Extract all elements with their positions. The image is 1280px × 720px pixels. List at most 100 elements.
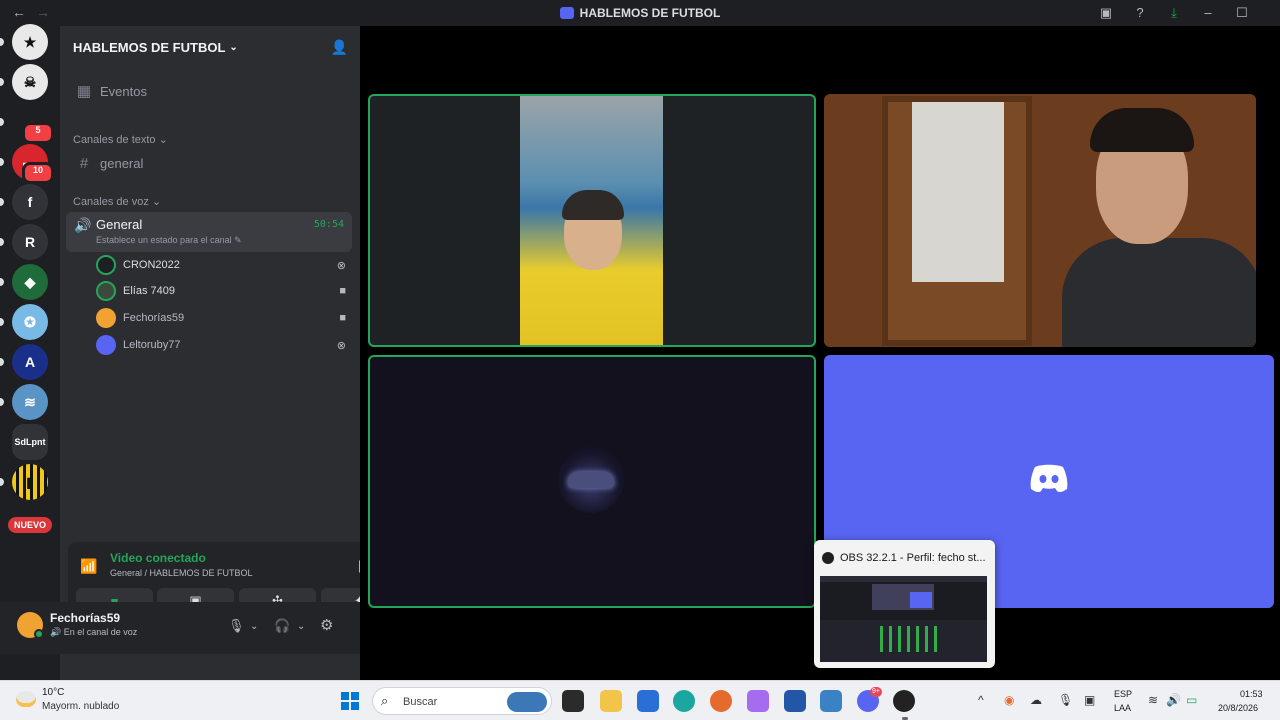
discord-window: ← → HABLEMOS DE FUTBOL ▣ ? ⤓ – ☐ ★ ☠ ☁5 … — [0, 0, 1280, 680]
category-voice[interactable]: Canales de voz ⌄ — [73, 195, 161, 208]
window-title: HABLEMOS DE FUTBOL — [0, 6, 1280, 20]
obs-icon — [822, 552, 834, 564]
file-explorer-icon[interactable] — [600, 690, 622, 712]
mention-badge: 10 — [22, 162, 54, 184]
server-item[interactable]: ▬10 — [12, 144, 54, 184]
download-icon[interactable]: ⤓ — [1166, 5, 1182, 21]
server-item[interactable]: ▮ — [12, 464, 48, 500]
channel-sidebar: HABLEMOS DE FUTBOL ⌄ 👤 ▦ Eventos Canales… — [60, 26, 412, 680]
video-tile[interactable] — [824, 94, 1256, 347]
app-tray-icon[interactable]: ◉ — [1004, 693, 1014, 707]
voice-timer: 50:54 — [313, 219, 344, 230]
app-icon[interactable] — [784, 690, 806, 712]
help-icon[interactable]: ? — [1132, 5, 1148, 21]
avatar — [96, 335, 116, 355]
video-tile[interactable] — [368, 355, 816, 608]
car-icon — [568, 472, 614, 488]
chevron-down-icon[interactable]: ⌄ — [297, 621, 305, 632]
notification-badge: 9+ — [870, 687, 882, 697]
copilot-icon[interactable] — [747, 690, 769, 712]
wifi-icon[interactable]: ≋ — [1148, 693, 1158, 707]
events-item[interactable]: ▦ Eventos — [68, 76, 352, 106]
category-text[interactable]: Canales de texto ⌄ — [73, 133, 168, 146]
language-indicator[interactable]: ESP — [1114, 689, 1132, 699]
weather-temp[interactable]: 10°C — [42, 687, 64, 698]
voice-member[interactable]: Elías 7409 ■ — [96, 279, 348, 303]
voice-member[interactable]: CRON2022 ⊗ — [96, 253, 348, 277]
taskbar: 10°C Mayorm. nublado ⌕ Buscar 9+ ^ ◉ ☁ 🎙… — [0, 680, 1280, 720]
battery-icon[interactable]: ▭ — [1186, 693, 1197, 707]
server-header[interactable]: HABLEMOS DE FUTBOL ⌄ — [60, 26, 360, 68]
inbox-icon[interactable]: ▣ — [1098, 5, 1114, 21]
server-item[interactable]: SdLpnt — [12, 424, 48, 460]
microphone-icon[interactable]: 🎙 — [228, 618, 245, 634]
channel-status-input[interactable]: Establece un estado para el canal ✎ — [96, 235, 242, 246]
weather-desc[interactable]: Mayorm. nublado — [42, 701, 119, 712]
discord-logo-icon — [1030, 464, 1068, 493]
obs-preview-popup[interactable]: OBS 32.2.1 - Perfil: fecho st... — [814, 540, 995, 668]
search-icon: ⌕ — [381, 693, 389, 708]
unread-pill — [0, 198, 4, 206]
server-item[interactable]: A — [12, 344, 48, 380]
store-icon[interactable] — [637, 690, 659, 712]
server-rail: ★ ☠ ☁5 ▬10 f R ◆ ✪ A ≋ SdLpnt ▮ NUEVO — [0, 24, 60, 680]
calendar-icon: ▦ — [76, 83, 92, 100]
unread-pill — [0, 478, 4, 486]
user-status: 🔊 En el canal de voz — [50, 627, 138, 637]
chevron-up-icon[interactable]: ^ — [978, 693, 984, 707]
server-item[interactable]: ☁5 — [12, 104, 54, 144]
server-item[interactable]: ◆ — [12, 264, 48, 300]
obs-icon[interactable] — [893, 690, 915, 712]
server-item[interactable]: R — [12, 224, 48, 260]
popup-title: OBS 32.2.1 - Perfil: fecho st... — [840, 552, 986, 564]
clock-date[interactable]: 20/8/2026 — [1218, 703, 1258, 713]
unread-pill — [0, 158, 4, 166]
volume-icon[interactable]: 🔊 — [1166, 693, 1181, 707]
voice-channel-name: General — [96, 217, 143, 232]
cloud-icon[interactable]: ☁ — [1030, 693, 1042, 707]
language-variant[interactable]: LAA — [1114, 703, 1131, 713]
channel-general-text[interactable]: # general — [68, 148, 352, 178]
server-item[interactable]: f — [12, 184, 48, 220]
video-tile[interactable] — [368, 94, 816, 347]
server-item[interactable]: ★ — [12, 24, 48, 60]
online-status-dot — [34, 629, 44, 639]
windows-start-icon[interactable] — [341, 692, 359, 710]
headphones-icon[interactable]: 🎧 — [274, 618, 290, 634]
unread-pill — [0, 358, 4, 366]
xbox-icon: ⊗ — [336, 259, 346, 272]
edge-icon[interactable] — [673, 690, 695, 712]
search-input[interactable]: ⌕ Buscar — [372, 687, 552, 715]
app-icon[interactable] — [820, 690, 842, 712]
chevron-down-icon[interactable]: ⌄ — [250, 621, 258, 632]
avatar — [96, 255, 116, 275]
title-bar: ← → HABLEMOS DE FUTBOL ▣ ? ⤓ – ☐ — [0, 0, 1280, 26]
add-member-icon[interactable]: 👤 — [331, 39, 348, 56]
voice-status[interactable]: Video conectado — [110, 551, 206, 565]
unread-pill — [0, 38, 4, 46]
voice-member[interactable]: Leltoruby77 ⊗ — [96, 333, 348, 357]
unread-pill — [0, 238, 4, 246]
unread-pill — [0, 78, 4, 86]
clock-time[interactable]: 01:53 — [1240, 689, 1263, 699]
server-item[interactable]: ≋ — [12, 384, 48, 420]
server-item[interactable]: ☠ — [12, 64, 48, 100]
gear-icon[interactable]: ⚙ — [320, 616, 333, 634]
signal-icon[interactable]: 📶 — [80, 558, 97, 575]
window-thumbnail[interactable] — [820, 576, 987, 662]
weather-icon[interactable] — [16, 691, 36, 707]
minimize-icon[interactable]: – — [1200, 5, 1216, 21]
firefox-icon[interactable] — [710, 690, 732, 712]
unread-pill — [0, 118, 4, 126]
username[interactable]: Fechorías59 — [50, 611, 120, 625]
display-icon[interactable]: ▣ — [1084, 693, 1095, 707]
task-view-icon[interactable] — [562, 690, 584, 712]
voice-channel-general[interactable]: 🔊 General Establece un estado para el ca… — [66, 212, 352, 252]
voice-location[interactable]: General / HABLEMOS DE FUTBOL — [110, 568, 253, 578]
search-highlight-icon — [507, 692, 547, 712]
voice-member[interactable]: Fechorías59 ■ — [96, 306, 348, 330]
xbox-icon: ⊗ — [336, 339, 346, 352]
maximize-icon[interactable]: ☐ — [1234, 5, 1250, 21]
server-item[interactable]: ✪ — [12, 304, 48, 340]
microphone-icon[interactable]: 🎙 — [1058, 693, 1073, 707]
